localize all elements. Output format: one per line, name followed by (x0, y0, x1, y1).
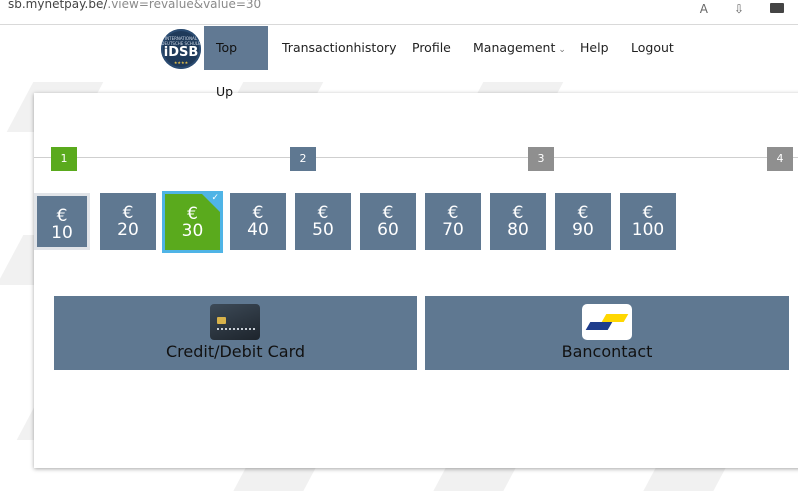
reader-mode-icon[interactable]: A (700, 2, 708, 16)
logo-stars: ★★★★ (173, 60, 189, 65)
amount-option-50[interactable]: € 50 (295, 193, 351, 250)
amount-option-100[interactable]: € 100 (620, 193, 676, 250)
euro-symbol: € (447, 203, 459, 223)
main-navbar: INTERNATIONAL DEUTSCHE SCHULE iDSB ★★★★ … (0, 26, 798, 99)
amount-option-70[interactable]: € 70 (425, 193, 481, 250)
nav-profile-label: Profile (412, 40, 451, 55)
nav-management[interactable]: Management ⌄ (461, 26, 578, 70)
step-4-indicator: 4 (767, 147, 793, 171)
step-1-indicator: 1 (51, 147, 77, 171)
watermark-stripe (433, 466, 517, 491)
nav-transactionhistory[interactable]: Transactionhistory (270, 26, 409, 70)
step-3-indicator: 3 (528, 147, 554, 171)
euro-symbol: € (56, 206, 68, 226)
bancontact-button[interactable]: Bancontact (425, 296, 789, 370)
amount-value: 90 (572, 220, 594, 240)
amount-option-20[interactable]: € 20 (100, 193, 156, 250)
credit-card-icon (210, 304, 260, 340)
nav-top-up-label: Top Up (216, 40, 238, 99)
bancontact-label: Bancontact (561, 342, 653, 361)
amount-value: 100 (631, 220, 665, 240)
amount-value: 20 (117, 220, 139, 240)
amount-option-80[interactable]: € 80 (490, 193, 546, 250)
watermark-stripe (233, 466, 317, 491)
nav-logout[interactable]: Logout (619, 26, 686, 70)
amount-option-90[interactable]: € 90 (555, 193, 611, 250)
euro-symbol: € (382, 203, 394, 223)
nav-transactionhistory-label: Transactionhistory (282, 40, 397, 55)
chevron-down-icon: ⌄ (558, 45, 566, 55)
step-progress-line (34, 157, 798, 158)
amount-value: 50 (312, 220, 334, 240)
watermark-stripe (643, 466, 727, 491)
logo-text: iDSB (163, 45, 199, 60)
nav-profile[interactable]: Profile (400, 26, 463, 70)
euro-symbol: € (317, 203, 329, 223)
credit-debit-card-button[interactable]: Credit/Debit Card (54, 296, 417, 370)
nav-logout-label: Logout (631, 40, 674, 55)
amount-option-30[interactable]: ✓ € 30 (162, 191, 223, 253)
euro-symbol: € (642, 203, 654, 223)
amount-value: 70 (442, 220, 464, 240)
amount-option-10[interactable]: € 10 (34, 193, 90, 250)
idsb-logo[interactable]: INTERNATIONAL DEUTSCHE SCHULE iDSB ★★★★ (161, 29, 201, 69)
top-up-panel: 1 2 3 4 € 10 € 20 ✓ € 30 € 40 € 50 € 60 … (34, 93, 798, 468)
nav-top-up[interactable]: Top Up (204, 26, 268, 99)
amount-option-40[interactable]: € 40 (230, 193, 286, 250)
bancontact-logo-icon (582, 304, 632, 340)
amount-value: 30 (181, 221, 204, 241)
amount-value: 80 (507, 220, 529, 240)
euro-symbol: € (252, 203, 264, 223)
url-path: .view=revalue&value=30 (107, 0, 262, 11)
amount-value: 10 (51, 223, 73, 243)
euro-symbol: € (577, 203, 589, 223)
mail-icon[interactable] (770, 3, 784, 13)
url-text: sb.mynetpay.be/.view=revalue&value=30 (8, 0, 261, 11)
browser-address-bar[interactable]: sb.mynetpay.be/.view=revalue&value=30 A … (0, 0, 798, 25)
nav-help[interactable]: Help (568, 26, 621, 70)
amount-value: 60 (377, 220, 399, 240)
amount-option-60[interactable]: € 60 (360, 193, 416, 250)
url-host: sb.mynetpay.be/ (8, 0, 108, 11)
nav-help-label: Help (580, 40, 609, 55)
extension-icon[interactable]: ⇩ (734, 2, 744, 16)
step-2-indicator: 2 (290, 147, 316, 171)
checkmark-icon: ✓ (211, 193, 219, 203)
nav-management-label: Management (473, 40, 556, 55)
euro-symbol: € (512, 203, 524, 223)
amount-value: 40 (247, 220, 269, 240)
credit-debit-card-label: Credit/Debit Card (165, 342, 306, 361)
euro-symbol: € (122, 203, 134, 223)
